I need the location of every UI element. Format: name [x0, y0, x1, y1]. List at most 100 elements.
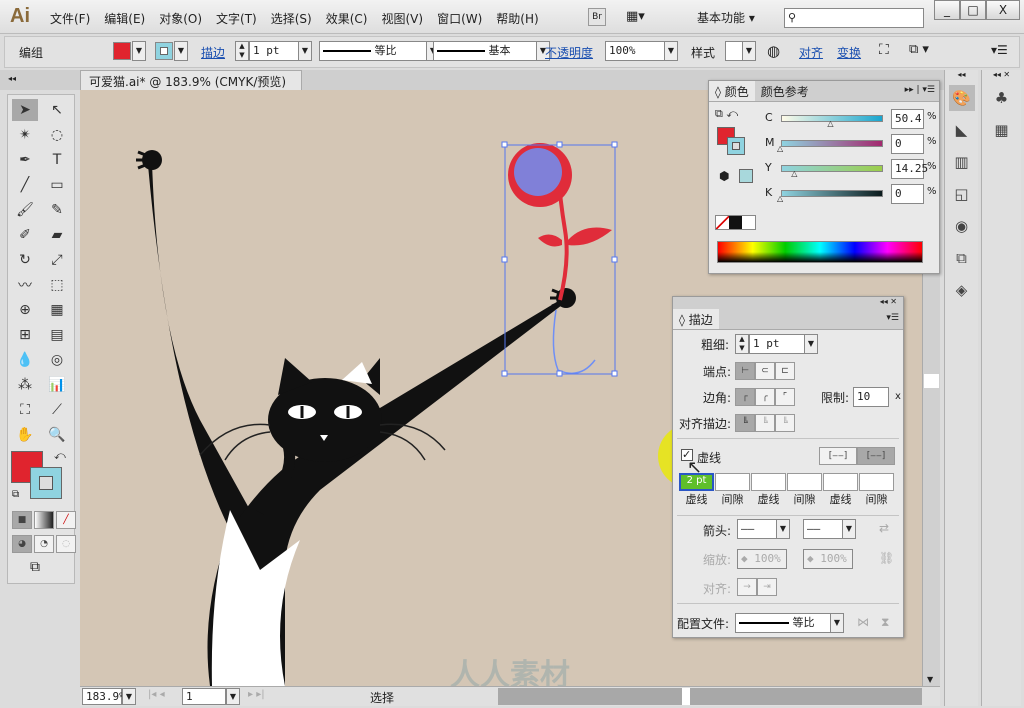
- eraser-tool-icon[interactable]: ▰: [44, 224, 70, 246]
- slider-thumb[interactable]: △: [777, 194, 783, 203]
- miter-join-button[interactable]: ┌: [735, 388, 755, 406]
- column-graph-tool-icon[interactable]: 📊: [44, 374, 70, 396]
- first-prev-artboard-buttons[interactable]: |◂ ◂: [148, 689, 165, 700]
- stroke-panel-menu-icon[interactable]: ▾☰: [882, 309, 903, 329]
- start-arrowhead-dropdown[interactable]: ▼: [776, 519, 790, 539]
- stroke-weight-stepper[interactable]: ▲ ▼: [235, 41, 249, 61]
- artboard-dropdown[interactable]: ▼: [226, 688, 240, 705]
- dash-gap-input[interactable]: [823, 473, 858, 491]
- tab-color[interactable]: ◊ 颜色: [709, 81, 755, 101]
- slider-thumb[interactable]: △: [777, 144, 783, 153]
- shape-builder-tool-icon[interactable]: ⊕: [12, 299, 38, 321]
- scale-tool-icon[interactable]: ⤢: [44, 249, 70, 271]
- transform-link[interactable]: 变换: [837, 44, 861, 61]
- document-tab[interactable]: 可爱猫.ai* @ 183.9% (CMYK/预览) x: [80, 70, 302, 104]
- channel-slider[interactable]: [781, 190, 883, 197]
- color-panel-icon[interactable]: 🎨: [948, 85, 975, 111]
- swap-fill-stroke-icon[interactable]: ⤺: [54, 449, 66, 463]
- butt-cap-button[interactable]: ⊢: [735, 362, 755, 380]
- blend-tool-icon[interactable]: ◎: [44, 349, 70, 371]
- none-mode-button[interactable]: ╱: [56, 511, 76, 529]
- menu-type[interactable]: 文字(T): [216, 10, 257, 27]
- brush-definition[interactable]: 基本: [433, 41, 537, 61]
- graphic-style-swatch[interactable]: [725, 41, 743, 61]
- arrow-place-button[interactable]: ⇥: [757, 578, 777, 596]
- line-tool-icon[interactable]: ╱: [12, 174, 38, 196]
- fill-dropdown[interactable]: ▼: [132, 41, 146, 61]
- direct-selection-tool-icon[interactable]: ↖: [44, 99, 70, 121]
- stroke-weight-input[interactable]: 1 pt: [249, 41, 299, 61]
- end-scale-input[interactable]: ◆ 100%: [803, 549, 853, 569]
- link-scale-icon[interactable]: ⛓: [879, 551, 894, 565]
- menu-effect[interactable]: 效果(C): [326, 10, 368, 27]
- panel-menu-icon[interactable]: ▸▸ | ▾☰: [901, 81, 939, 101]
- magic-wand-tool-icon[interactable]: ✴: [12, 124, 38, 146]
- menu-window[interactable]: 窗口(W): [437, 10, 482, 27]
- stroke-weight-dropdown[interactable]: ▼: [298, 41, 312, 61]
- pencil-tool-icon[interactable]: ✎: [44, 199, 70, 221]
- arrow-extend-button[interactable]: →: [737, 578, 757, 596]
- channel-value-input[interactable]: 14.25: [891, 159, 928, 179]
- stroke-swatch[interactable]: [155, 42, 173, 60]
- limit-input[interactable]: 10: [853, 387, 889, 407]
- zoom-dropdown[interactable]: ▼: [122, 688, 136, 705]
- hand-tool-icon[interactable]: ✋: [12, 424, 38, 446]
- recolor-artwork-icon[interactable]: ◍: [767, 42, 780, 60]
- draw-behind-button[interactable]: ◔: [34, 535, 54, 553]
- round-cap-button[interactable]: ⊂: [755, 362, 775, 380]
- align-inside-button[interactable]: ╚: [755, 414, 775, 432]
- preserve-dash-button[interactable]: [‒‒]: [819, 447, 857, 465]
- menu-help[interactable]: 帮助(H): [496, 10, 538, 27]
- start-scale-input[interactable]: ◆ 100%: [737, 549, 787, 569]
- end-arrowhead-dropdown[interactable]: ▼: [842, 519, 856, 539]
- menu-view[interactable]: 视图(V): [381, 10, 423, 27]
- align-outside-button[interactable]: ╚: [775, 414, 795, 432]
- swatches-panel-icon[interactable]: ▦: [989, 117, 1015, 143]
- style-dropdown[interactable]: ▼: [742, 41, 756, 61]
- white-swatch[interactable]: [742, 216, 755, 229]
- channel-value-input[interactable]: 50.4: [891, 109, 924, 129]
- stroke-panel-icon[interactable]: ◉: [949, 213, 975, 239]
- draw-inside-button[interactable]: ◌: [56, 535, 76, 553]
- black-swatch[interactable]: [729, 216, 742, 229]
- rectangle-tool-icon[interactable]: ▭: [44, 174, 70, 196]
- edit-group-icon[interactable]: ⧉ ▾: [909, 42, 929, 57]
- bevel-join-button[interactable]: ⌜: [775, 388, 795, 406]
- dash-gap-input[interactable]: [715, 473, 750, 491]
- end-arrowhead-select[interactable]: ——: [803, 519, 843, 539]
- arrange-documents-icon[interactable]: ▦▾: [626, 9, 645, 24]
- color-spectrum[interactable]: [717, 241, 923, 263]
- weight-dropdown[interactable]: ▼: [804, 334, 818, 354]
- round-join-button[interactable]: ╭: [755, 388, 775, 406]
- collapse-toolbar-icon[interactable]: ◂◂: [8, 74, 16, 83]
- stroke-color-box[interactable]: [30, 467, 62, 499]
- close-window-button[interactable]: X: [986, 0, 1020, 20]
- align-dash-corners-button[interactable]: [‒‒]: [857, 447, 895, 465]
- align-link[interactable]: 对齐: [799, 44, 823, 61]
- search-input[interactable]: ⚲: [784, 8, 924, 28]
- free-transform-tool-icon[interactable]: ⬚: [44, 274, 70, 296]
- channel-slider[interactable]: [781, 140, 883, 147]
- menu-edit[interactable]: 编辑(E): [104, 10, 145, 27]
- gradient-tool-icon[interactable]: ▤: [44, 324, 70, 346]
- symbol-sprayer-tool-icon[interactable]: ⁂: [12, 374, 38, 396]
- variable-width-profile[interactable]: 等比: [319, 41, 427, 61]
- layers-panel-icon[interactable]: ◈: [949, 277, 975, 303]
- slider-thumb[interactable]: △: [791, 169, 797, 178]
- lasso-tool-icon[interactable]: ◌: [44, 124, 70, 146]
- panel-stroke-swatch[interactable]: [727, 137, 745, 155]
- profile-dropdown[interactable]: ▼: [830, 613, 844, 633]
- menu-file[interactable]: 文件(F): [50, 10, 90, 27]
- dash-gap-input[interactable]: [751, 473, 786, 491]
- symbols-panel-icon[interactable]: ♣: [989, 85, 1015, 111]
- paintbrush-tool-icon[interactable]: 🖌: [12, 199, 38, 221]
- isolate-group-icon[interactable]: ⛶: [879, 42, 889, 58]
- menu-select[interactable]: 选择(S): [271, 10, 312, 27]
- mesh-tool-icon[interactable]: ⊞: [12, 324, 38, 346]
- menu-object[interactable]: 对象(O): [159, 10, 202, 27]
- slider-thumb[interactable]: △: [827, 119, 833, 128]
- control-menu-icon[interactable]: ▾☰: [991, 43, 1008, 57]
- zoom-input[interactable]: 183.9%: [82, 688, 126, 705]
- dash-gap-input[interactable]: [787, 473, 822, 491]
- stroke-panel-link[interactable]: 描边: [201, 44, 225, 61]
